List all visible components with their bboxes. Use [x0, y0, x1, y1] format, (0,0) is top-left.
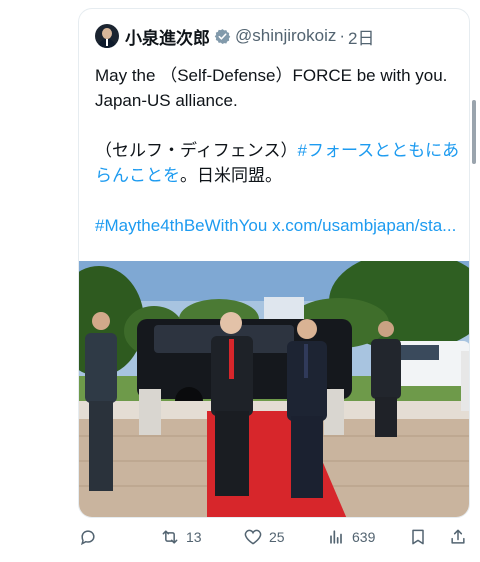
post-text: May the （Self-Defense）FORCE be with you.…: [95, 63, 465, 238]
action-bar: 13 25 639: [0, 522, 480, 552]
japanese-text-start: （セルフ・ディフェンス）: [95, 141, 298, 160]
post-card[interactable]: 小泉進次郎 @shinjirokoiz · 2日 May the （Self-D…: [78, 8, 470, 518]
bookmark-button[interactable]: [408, 524, 428, 550]
reply-button[interactable]: [78, 524, 98, 550]
japanese-text-end: 。日米同盟。: [180, 166, 282, 185]
post-text-english: May the （Self-Defense）FORCE be with you.…: [95, 66, 448, 110]
reply-icon: [80, 530, 95, 546]
author-name[interactable]: 小泉進次郎: [125, 24, 210, 49]
share-icon: [451, 529, 465, 544]
separator-dot: ·: [339, 26, 346, 45]
url-link[interactable]: x.com/usambjapan/sta...: [272, 216, 456, 235]
retweet-count: 13: [186, 529, 202, 545]
verified-badge-icon: [214, 28, 231, 44]
share-button[interactable]: [448, 524, 468, 550]
retweet-button[interactable]: 13: [160, 524, 202, 550]
views-button[interactable]: 639: [326, 524, 375, 550]
like-button[interactable]: 25: [243, 524, 285, 550]
author-avatar[interactable]: [95, 24, 119, 48]
views-chart-icon: [330, 530, 342, 544]
post-timestamp[interactable]: 2日: [348, 24, 374, 49]
hashtag-maythe4th-link[interactable]: #Maythe4thBeWithYou: [95, 216, 267, 235]
post-header: 小泉進次郎 @shinjirokoiz · 2日: [95, 23, 375, 49]
bookmark-icon: [412, 529, 424, 545]
view-count: 639: [352, 529, 376, 545]
post-photo[interactable]: [79, 261, 470, 518]
post-links: #Maythe4thBeWithYou x.com/usambjapan/sta…: [95, 213, 465, 238]
retweet-icon: [162, 530, 178, 544]
post-text-japanese: （セルフ・ディフェンス）#フォースとともにあらんことを。日米同盟。: [95, 138, 465, 188]
like-count: 25: [269, 529, 285, 545]
heart-icon: [244, 529, 262, 545]
scrollbar[interactable]: [472, 100, 476, 164]
author-handle[interactable]: @shinjirokoiz: [235, 26, 336, 46]
